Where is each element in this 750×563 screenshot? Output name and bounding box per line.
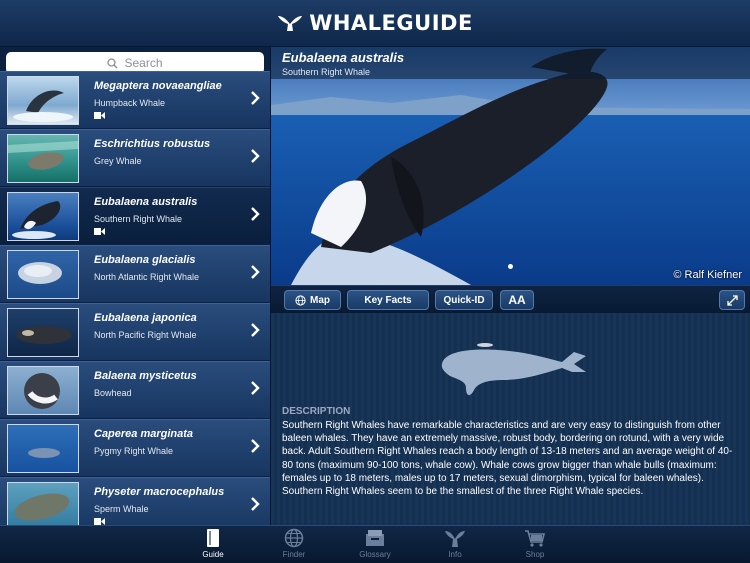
chevron-right-icon	[251, 207, 260, 221]
tab-guide-label: Guide	[202, 550, 224, 559]
species-common-name: Humpback Whale	[94, 98, 166, 108]
search-placeholder: Search	[124, 56, 163, 70]
key-facts-label: Key Facts	[364, 294, 412, 306]
species-scientific-name: Balaena mysticetus	[94, 370, 197, 382]
list-item[interactable]: Megaptera novaeangliae Humpback Whale	[0, 71, 270, 128]
video-icon	[94, 112, 105, 119]
tab-guide[interactable]: Guide	[178, 528, 248, 559]
page-dot	[508, 264, 513, 269]
species-scientific-name: Eubalaena japonica	[94, 312, 197, 324]
species-scientific-name: Physeter macrocephalus	[94, 486, 225, 498]
description-heading: DESCRIPTION	[282, 406, 351, 417]
detail-toolbar: Map Key Facts Quick-ID AA	[271, 285, 750, 313]
chevron-right-icon	[251, 381, 260, 395]
chevron-right-icon	[251, 91, 260, 105]
whale-silhouette-icon	[441, 343, 586, 396]
species-common-name: North Atlantic Right Whale	[94, 272, 200, 282]
species-common-name: North Pacific Right Whale	[94, 330, 197, 340]
species-common-name: Grey Whale	[94, 156, 142, 166]
tab-glossary[interactable]: Glossary	[340, 528, 410, 559]
list-item[interactable]: Physeter macrocephalus Sperm Whale	[0, 477, 270, 525]
species-photo[interactable]: Eubalaena australis Southern Right Whale…	[271, 47, 750, 285]
list-item-selected[interactable]: Eubalaena australis Southern Right Whale	[0, 187, 270, 244]
video-icon	[94, 228, 105, 235]
whale-breach-photo	[271, 47, 750, 285]
app-header: WHALEGUIDE	[0, 0, 750, 47]
video-icon	[94, 518, 105, 525]
species-common-name: Bowhead	[94, 388, 132, 398]
quick-id-button[interactable]: Quick-ID	[435, 290, 493, 310]
species-common-name: Sperm Whale	[94, 504, 149, 514]
species-scientific-name: Eschrichtius robustus	[94, 138, 211, 150]
species-scientific-name: Eubalaena glacialis	[94, 254, 196, 266]
list-item[interactable]: Eschrichtius robustus Grey Whale	[0, 129, 270, 186]
list-item[interactable]: Eubalaena japonica North Pacific Right W…	[0, 303, 270, 360]
globe-icon	[284, 528, 304, 548]
species-sidebar: Search Megaptera novaeangliae Humpback W…	[0, 47, 271, 525]
book-icon	[207, 529, 219, 547]
tab-bar: Guide Finder Glossary Info Shop	[0, 525, 750, 563]
species-scientific-name: Caperea marginata	[94, 428, 194, 440]
species-thumbnail	[7, 424, 79, 473]
tab-info[interactable]: Info	[420, 528, 490, 559]
photo-credit: © Ralf Kiefner	[673, 269, 742, 281]
species-thumbnail	[7, 366, 79, 415]
chevron-right-icon	[251, 149, 260, 163]
whale-tail-icon	[445, 531, 465, 547]
species-thumbnail	[7, 250, 79, 299]
photo-caption-bar: Eubalaena australis Southern Right Whale	[271, 47, 750, 79]
detail-common-name: Southern Right Whale	[282, 67, 371, 77]
species-thumbnail	[7, 134, 79, 183]
detail-scientific-name: Eubalaena australis	[282, 50, 405, 65]
chevron-right-icon	[251, 323, 260, 337]
species-thumbnail	[7, 192, 79, 241]
species-thumbnail	[7, 482, 79, 525]
chevron-right-icon	[251, 439, 260, 453]
species-list: Megaptera novaeangliae Humpback Whale Es…	[0, 71, 270, 525]
list-item[interactable]: Caperea marginata Pygmy Right Whale	[0, 419, 270, 476]
species-scientific-name: Megaptera novaeangliae	[94, 80, 222, 92]
glossary-box-icon	[366, 530, 384, 546]
text-size-label: AA	[508, 293, 526, 307]
tab-shop-label: Shop	[525, 550, 545, 559]
description-text: Southern Right Whales have remarkable ch…	[282, 420, 733, 498]
globe-icon	[295, 294, 306, 306]
tab-glossary-label: Glossary	[359, 550, 391, 559]
species-scientific-name: Eubalaena australis	[94, 196, 198, 208]
expand-icon	[726, 294, 738, 306]
tab-finder-label: Finder	[282, 550, 306, 559]
species-detail: DESCRIPTION Southern Right Whales have r…	[271, 313, 750, 525]
fullscreen-button[interactable]	[719, 290, 745, 310]
species-thumbnail	[7, 308, 79, 357]
whale-tail-logo-icon	[278, 16, 303, 31]
key-facts-button[interactable]: Key Facts	[347, 290, 429, 310]
app-title: WHALEGUIDE	[309, 11, 473, 35]
tab-shop[interactable]: Shop	[500, 528, 570, 559]
search-icon	[107, 57, 118, 68]
cart-icon	[525, 530, 546, 547]
app-logo: WHALEGUIDE	[277, 11, 473, 35]
species-thumbnail	[7, 76, 79, 125]
tab-finder[interactable]: Finder	[259, 528, 329, 559]
species-common-name: Southern Right Whale	[94, 214, 183, 224]
map-label: Map	[310, 294, 330, 306]
list-item[interactable]: Balaena mysticetus Bowhead	[0, 361, 270, 418]
species-common-name: Pygmy Right Whale	[94, 446, 174, 456]
quick-id-label: Quick-ID	[443, 294, 485, 306]
text-size-button[interactable]: AA	[500, 290, 534, 310]
chevron-right-icon	[251, 497, 260, 511]
map-button[interactable]: Map	[284, 290, 341, 310]
chevron-right-icon	[251, 265, 260, 279]
list-item[interactable]: Eubalaena glacialis North Atlantic Right…	[0, 245, 270, 302]
tab-info-label: Info	[448, 550, 462, 559]
